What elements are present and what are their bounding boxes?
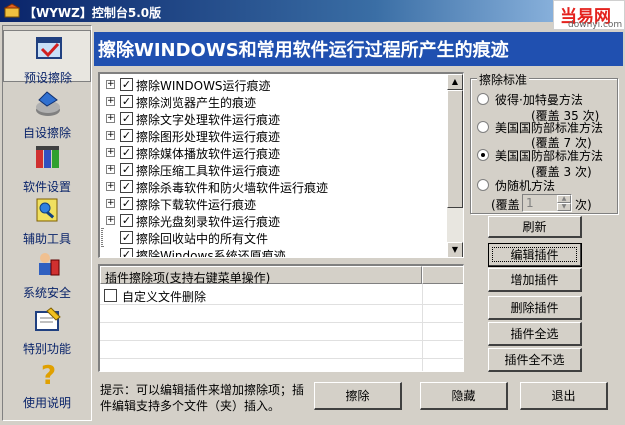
refresh-button[interactable]: 刷新 [488, 216, 582, 238]
scroll-up-icon[interactable]: ▲ [447, 74, 463, 90]
sidebar-item-label: 特别功能 [22, 342, 71, 356]
radio-button[interactable] [477, 179, 489, 191]
sidebar-item-settings[interactable]: 软件设置 [3, 140, 91, 194]
exit-button[interactable]: 退出 [520, 382, 608, 410]
svg-text:?: ? [41, 361, 56, 388]
cover-count-prefix: (覆盖 [491, 198, 520, 212]
edit-plugin-button[interactable]: 编辑插件 [488, 243, 582, 267]
custom-clean-icon [33, 90, 63, 118]
expand-icon[interactable]: + [106, 97, 115, 106]
page-title: 擦除WINDOWS和常用软件运行过程所产生的痕迹 [94, 32, 623, 66]
plugin-list: 插件擦除项(支持右键菜单操作) 自定义文件删除 [98, 264, 464, 372]
erase-button[interactable]: 擦除 [314, 382, 402, 410]
sidebar-item-help[interactable]: ? 使用说明 [3, 356, 91, 410]
radio-button-selected[interactable] [477, 149, 489, 161]
sidebar-item-label: 预设擦除 [23, 71, 72, 85]
checkbox-checked[interactable]: ✓ [120, 248, 133, 257]
checkbox-checked[interactable]: ✓ [120, 197, 133, 210]
watermark-logo: 当易网 downyi.com [553, 0, 625, 30]
sidebar-item-security[interactable]: 系统安全 [3, 246, 91, 300]
window-title: 【WYWZ】控制台5.0版 [24, 6, 162, 20]
expand-icon[interactable]: + [106, 114, 115, 123]
hint-text: 提示：可以编辑插件来增加擦除项；插件编辑支持多个文件（夹）插入。 [100, 383, 305, 413]
checkbox-checked[interactable]: ✓ [120, 163, 133, 176]
scroll-down-icon[interactable]: ▼ [447, 242, 463, 257]
checkbox-checked[interactable]: ✓ [120, 231, 133, 244]
help-icon: ? [33, 360, 63, 391]
radio-button[interactable] [477, 121, 489, 133]
cover-count-suffix: 次) [575, 198, 592, 212]
expand-icon[interactable]: + [106, 199, 115, 208]
checkbox-checked[interactable]: ✓ [120, 95, 133, 108]
checkbox-checked[interactable]: ✓ [120, 129, 133, 142]
watermark-line2: downyi.com [568, 20, 623, 30]
row-divider [100, 358, 463, 359]
group-legend: 擦除标准 [477, 71, 530, 88]
expand-icon[interactable]: + [106, 148, 115, 157]
sidebar-item-label: 系统安全 [22, 286, 71, 300]
sidebar-item-tools[interactable]: 辅助工具 [3, 192, 91, 246]
checkbox-checked[interactable]: ✓ [120, 180, 133, 193]
scroll-thumb[interactable] [447, 90, 463, 208]
plugin-column-header-2[interactable] [422, 266, 463, 284]
spin-up-icon[interactable]: ▲ [557, 195, 571, 203]
sidebar-item-custom-clean[interactable]: 自设擦除 [3, 86, 91, 140]
cover-count-stepper[interactable]: 1 ▲ ▼ [522, 194, 572, 212]
preset-clean-icon [34, 35, 64, 63]
row-divider [100, 322, 463, 323]
checkbox-checked[interactable]: ✓ [120, 112, 133, 125]
special-icon [33, 306, 63, 334]
row-divider [100, 340, 463, 341]
checkbox-checked[interactable]: ✓ [120, 214, 133, 227]
checkbox-unchecked[interactable] [104, 289, 117, 302]
security-icon [33, 250, 63, 278]
expand-icon[interactable]: + [106, 131, 115, 140]
expand-icon[interactable]: + [106, 182, 115, 191]
select-all-plugins-button[interactable]: 插件全选 [488, 322, 582, 346]
tools-icon [33, 196, 63, 224]
sidebar-item-preset-clean[interactable]: 预设擦除 [3, 30, 91, 85]
sidebar-item-label: 使用说明 [22, 396, 71, 410]
checkbox-checked[interactable]: ✓ [120, 146, 133, 159]
sidebar-item-special[interactable]: 特别功能 [3, 302, 91, 356]
focus-rect [492, 247, 577, 262]
sidebar-item-label: 辅助工具 [22, 232, 71, 246]
select-none-plugins-button[interactable]: 插件全不选 [488, 348, 582, 372]
add-plugin-button[interactable]: 增加插件 [488, 268, 582, 292]
plugin-column-header[interactable]: 插件擦除项(支持右键菜单操作) [100, 266, 422, 285]
delete-plugin-button[interactable]: 删除插件 [488, 296, 582, 320]
spin-down-icon[interactable]: ▼ [557, 203, 571, 211]
settings-icon [33, 144, 63, 172]
erase-items-tree: + ✓ 擦除WINDOWS运行痕迹 + ✓ 擦除浏览器产生的痕迹 + ✓ 擦除文… [98, 72, 464, 258]
app-icon [3, 3, 21, 19]
checkbox-checked[interactable]: ✓ [120, 78, 133, 91]
title-bar: 【WYWZ】控制台5.0版 当易网 downyi.com [0, 0, 625, 30]
hide-button[interactable]: 隐藏 [420, 382, 508, 410]
radio-button[interactable] [477, 93, 489, 105]
sidebar-item-label: 自设擦除 [22, 126, 71, 140]
tree-scrollbar[interactable]: ▲ ▼ [447, 74, 463, 257]
sidebar: 预设擦除 自设擦除 软件设置 辅助工具 系统安全 特别功能 ? 使用说明 [2, 25, 92, 421]
expand-icon[interactable]: + [106, 216, 115, 225]
expand-icon[interactable]: + [106, 80, 115, 89]
expand-icon[interactable]: + [106, 165, 115, 174]
